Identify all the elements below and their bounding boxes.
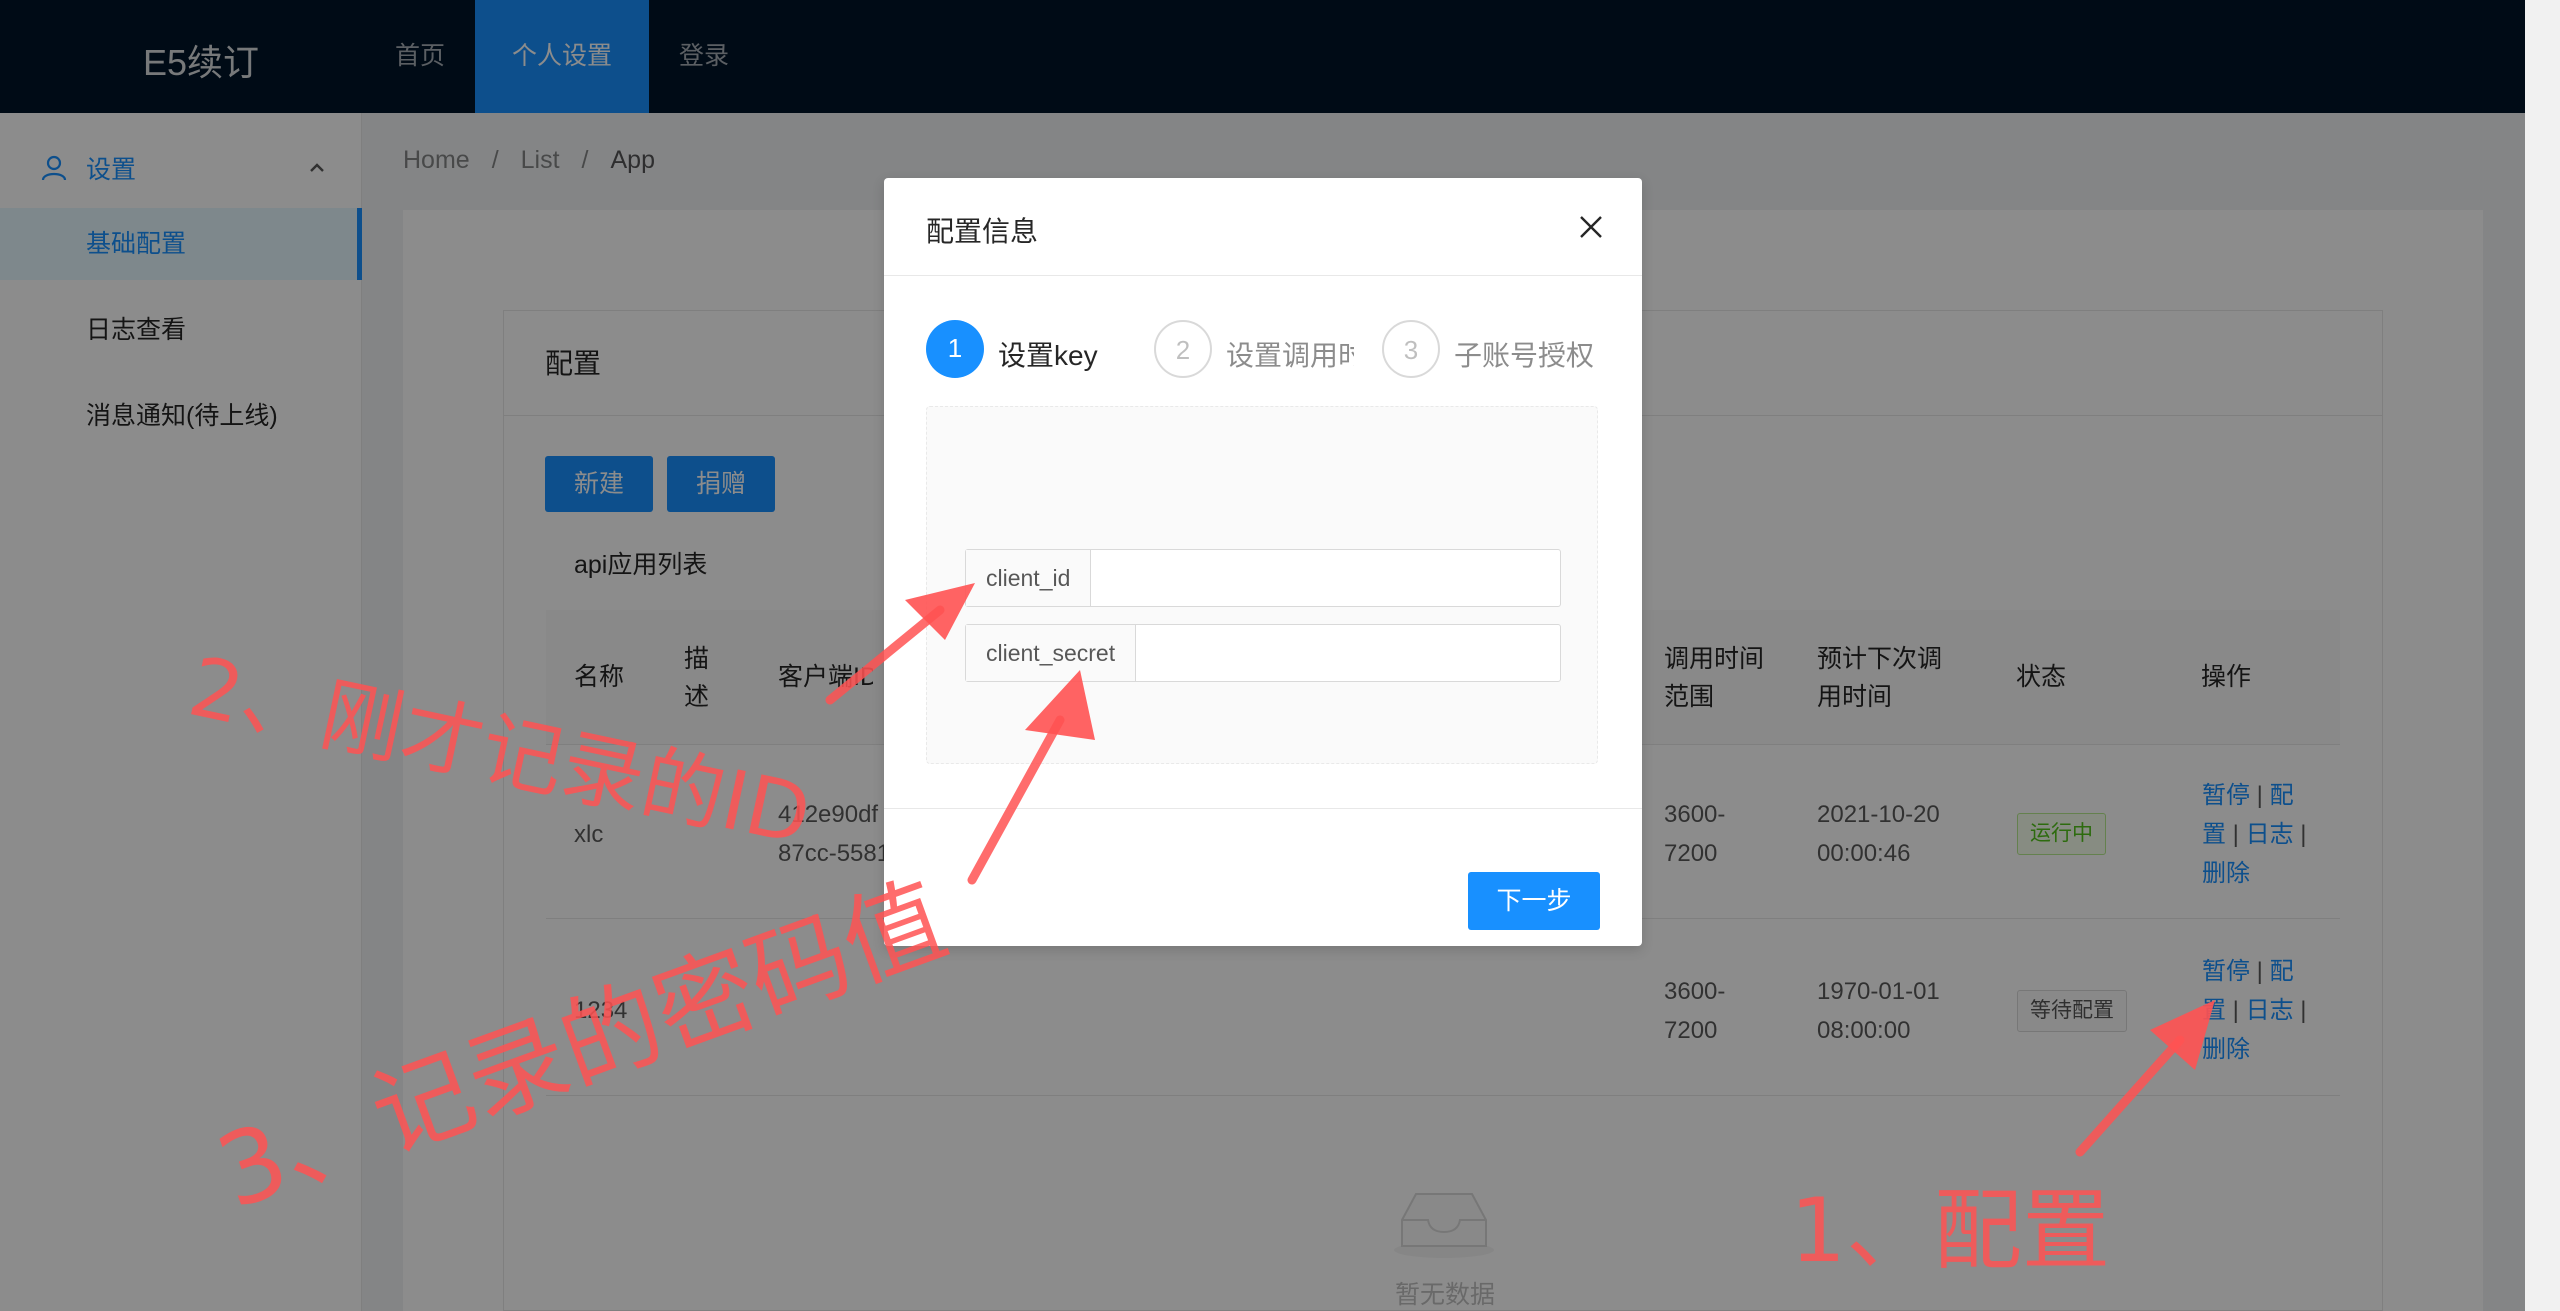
client-secret-label: client_secret (966, 625, 1137, 681)
step-3-icon: 3 (1382, 320, 1440, 378)
client-id-label: client_id (966, 550, 1092, 606)
modal-title: 配置信息 (926, 216, 1039, 247)
steps: 1 设置key 2 设置调用时 3 子账号授权 (926, 320, 1606, 380)
next-step-button[interactable]: 下一步 (1468, 872, 1600, 930)
step-2-label: 设置调用时 (1226, 340, 1354, 371)
step-2-icon: 2 (1154, 320, 1212, 378)
client-secret-group: client_secret (965, 624, 1561, 682)
scrollbar[interactable] (2525, 0, 2560, 1311)
modal-header: 配置信息 (884, 178, 1642, 276)
step-3-label: 子账号授权 (1454, 340, 1595, 371)
close-icon[interactable] (1578, 214, 1604, 240)
client-id-input[interactable] (1091, 550, 1560, 606)
step-1-label: 设置key (998, 340, 1098, 371)
modal-footer-divider (884, 808, 1642, 809)
client-secret-input[interactable] (1136, 625, 1560, 681)
config-modal: 配置信息 1 设置key 2 设置调用时 3 子账号授权 client_id c… (884, 178, 1642, 946)
annotation-step-1: 1、配置 (1790, 1179, 2110, 1282)
key-form-panel: client_id client_secret (926, 406, 1598, 764)
client-id-group: client_id (965, 549, 1561, 607)
step-1-icon: 1 (926, 320, 984, 378)
